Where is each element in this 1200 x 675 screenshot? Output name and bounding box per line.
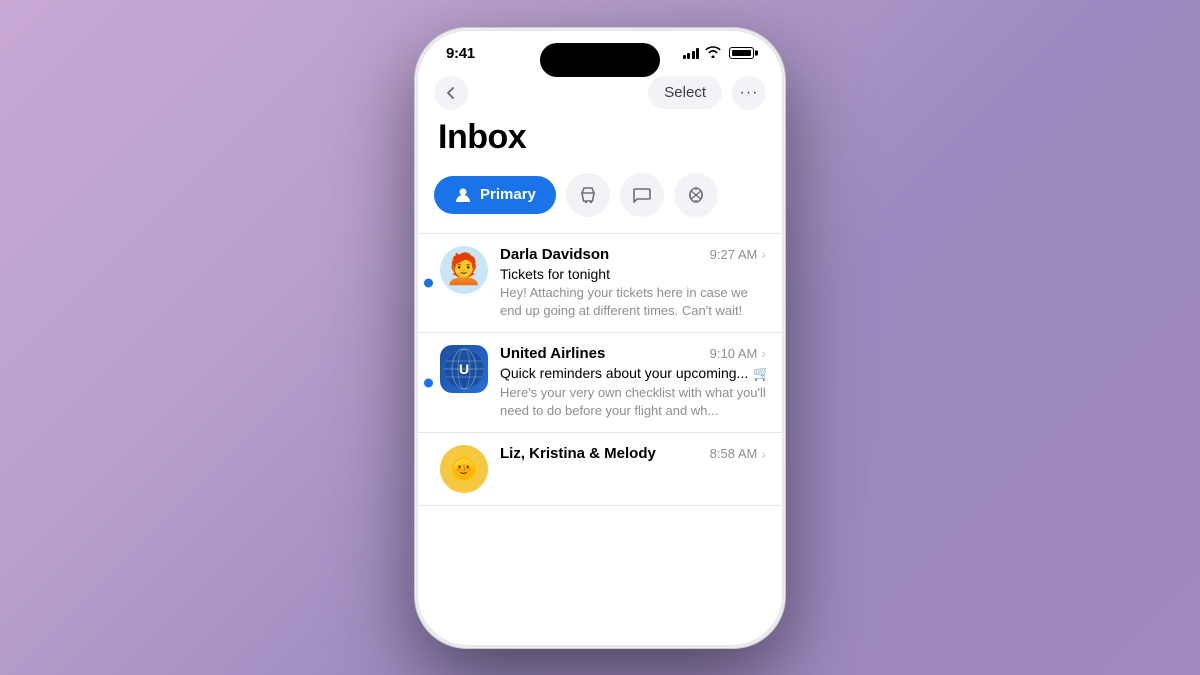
avatar: 🌞 [440,445,488,493]
email-content: United Airlines 9:10 AM › Quick reminder… [500,345,766,420]
email-meta: 9:27 AM › [710,246,766,262]
status-icons [683,46,755,61]
email-content: Liz, Kristina & Melody 8:58 AM › [500,445,766,465]
back-button[interactable] [434,76,468,110]
tab-primary-label: Primary [480,186,536,203]
chevron-right-icon: › [761,345,766,361]
phone-screen: 9:41 [418,31,782,645]
svg-text:U: U [459,361,469,377]
nav-right: Select ··· [648,76,766,110]
avatar: U [440,345,488,393]
email-header: Liz, Kristina & Melody 8:58 AM › [500,445,766,462]
email-sender: Darla Davidson [500,246,609,263]
email-sender: Liz, Kristina & Melody [500,445,656,462]
email-item[interactable]: 🌞 Liz, Kristina & Melody 8:58 AM › [418,433,782,506]
category-tabs: Primary [418,173,782,233]
signal-icon [683,48,700,59]
screen-content: Select ··· Inbox Primary [418,68,782,632]
email-time: 9:27 AM [710,247,758,262]
email-meta: 9:10 AM › [710,345,766,361]
tab-promotions[interactable] [674,173,718,217]
dynamic-island [540,43,660,77]
email-header: Darla Davidson 9:27 AM › [500,246,766,263]
shopping-icon: 🛒 [753,365,766,382]
email-item[interactable]: U United Airlines 9:10 AM › [418,333,782,433]
tab-shopping[interactable] [566,173,610,217]
email-list: 🧑‍🦰 Darla Davidson 9:27 AM › Tickets for… [418,233,782,507]
tab-social[interactable] [620,173,664,217]
status-time: 9:41 [446,45,475,62]
email-time: 8:58 AM [710,446,758,461]
email-item[interactable]: 🧑‍🦰 Darla Davidson 9:27 AM › Tickets for… [418,234,782,333]
battery-icon [729,47,754,59]
chevron-right-icon: › [761,246,766,262]
select-button[interactable]: Select [648,76,722,109]
unread-indicator [424,278,433,287]
unread-indicator [424,378,433,387]
email-preview: Here's your very own checklist with what… [500,384,766,420]
email-sender: United Airlines [500,345,605,362]
more-button[interactable]: ··· [732,76,766,110]
email-content: Darla Davidson 9:27 AM › Tickets for ton… [500,246,766,320]
email-subject: Tickets for tonight [500,266,766,282]
phone-frame: 9:41 [415,28,785,648]
chevron-right-icon: › [761,446,766,462]
wifi-icon [705,46,721,61]
avatar: 🧑‍🦰 [440,246,488,294]
email-header: United Airlines 9:10 AM › [500,345,766,362]
united-airlines-logo: U [440,345,488,393]
tab-primary[interactable]: Primary [434,176,556,214]
inbox-title: Inbox [418,114,782,173]
email-subject: Quick reminders about your upcoming... 🛒 [500,365,766,382]
email-meta: 8:58 AM › [710,446,766,462]
email-preview: Hey! Attaching your tickets here in case… [500,284,766,320]
email-time: 9:10 AM [710,346,758,361]
